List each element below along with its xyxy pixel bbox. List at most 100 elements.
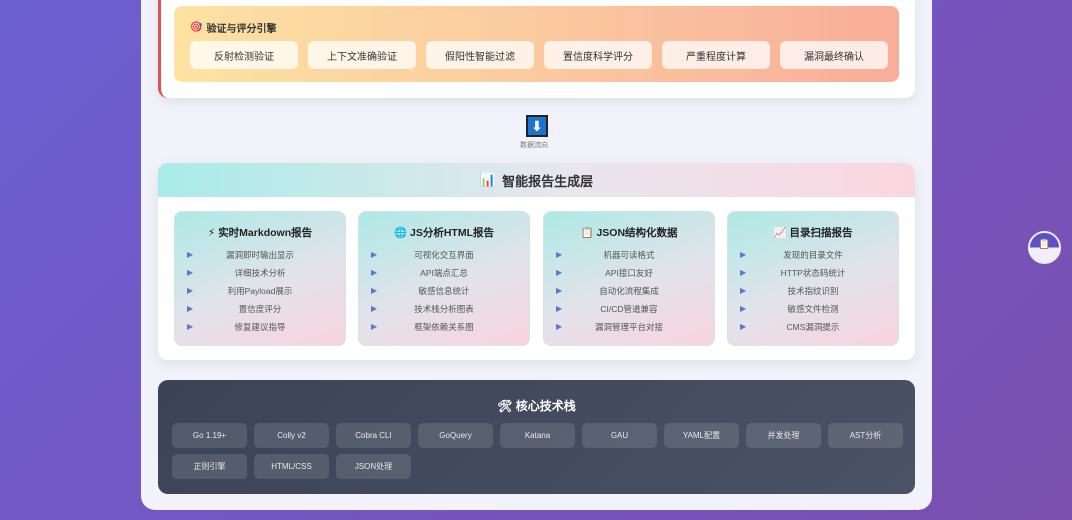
list-item-text: 漏洞即时输出显示	[225, 250, 294, 260]
triangle-right-icon: ▶	[187, 322, 194, 331]
feature-list: ▶ 发现的目录文件 ▶ HTTP状态码统计 ▶ 技术指纹识别 ▶ 敏感文件检测 ▶ CMS漏洞提示	[728, 246, 898, 336]
report-card: 📈 目录扫描报告 ▶ 发现的目录文件 ▶ HTTP状态码统计 ▶ 技术指纹识别 ▶ 敏感文件检测…	[727, 211, 899, 346]
triangle-right-icon: ▶	[371, 286, 378, 295]
tech-tag: 正则引擎	[172, 454, 247, 479]
list-item: ▶ 可视化交互界面	[359, 246, 529, 264]
arrow-down-icon: ⬇	[526, 115, 548, 137]
list-item-text: CMS漏洞提示	[786, 322, 840, 332]
list-item-text: 可视化交互界面	[414, 250, 474, 260]
list-item: ▶ 自动化流程集成	[544, 282, 714, 300]
list-item-text: CI/CD管道兼容	[600, 304, 658, 314]
report-card-title: 📋 JSON结构化数据	[544, 225, 714, 240]
verify-item: 漏洞最终确认	[780, 41, 888, 69]
triangle-right-icon: ▶	[371, 250, 378, 259]
list-item-text: 修复建议指导	[234, 322, 286, 332]
list-item: ▶ 修复建议指导	[175, 318, 345, 336]
tech-tags: Go 1.19+ Colly v2 Cobra CLI GoQuery Katana GA…	[172, 423, 912, 479]
report-card-title-text: JSON结构化数据	[596, 227, 678, 239]
tech-title: 核心技术栈	[515, 399, 576, 413]
list-item-text: 利用Payload展示	[227, 286, 293, 296]
report-card-title: 📈 目录扫描报告	[728, 225, 898, 240]
triangle-right-icon: ▶	[740, 250, 747, 259]
list-item-text: 置信度评分	[238, 304, 282, 314]
list-item: ▶ 漏洞管理平台对接	[544, 318, 714, 336]
report-header: 📊 智能报告生成层	[158, 163, 915, 197]
list-item-text: 机器可读格式	[603, 250, 655, 260]
tech-title-row: 🛠 核心技术栈	[158, 397, 915, 414]
tech-stack-section: 🛠 核心技术栈 Go 1.19+ Colly v2 Cobra CLI GoQuery…	[158, 380, 915, 494]
feature-list: ▶ 漏洞即时输出显示 ▶ 详细技术分析 ▶ 利用Payload展示 ▶ 置信度评分 ▶ 修复建议指…	[175, 246, 345, 336]
tech-tag: GAU	[582, 423, 657, 448]
list-item: ▶ 详细技术分析	[175, 264, 345, 282]
list-item-text: 技术栈分析图表	[414, 304, 474, 314]
list-item-text: API接口友好	[605, 268, 653, 278]
chart-icon: 📊	[479, 172, 497, 187]
list-item: ▶ 机器可读格式	[544, 246, 714, 264]
triangle-right-icon: ▶	[556, 304, 563, 313]
list-item: ▶ 置信度评分	[175, 300, 345, 318]
list-item: ▶ 技术栈分析图表	[359, 300, 529, 318]
tech-tag: Colly v2	[254, 423, 329, 448]
list-item-text: 发现的目录文件	[783, 250, 843, 260]
list-item: ▶ 利用Payload展示	[175, 282, 345, 300]
list-item-text: 技术指纹识别	[787, 286, 839, 296]
tools-icon: 🛠	[497, 399, 513, 413]
triangle-right-icon: ▶	[187, 250, 194, 259]
feature-list: ▶ 机器可读格式 ▶ API接口友好 ▶ 自动化流程集成 ▶ CI/CD管道兼容 ▶ 漏洞管理平台…	[544, 246, 714, 336]
report-card-icon: ⚡	[207, 227, 216, 239]
triangle-right-icon: ▶	[556, 250, 563, 259]
tech-tag: YAML配置	[664, 423, 739, 448]
clipboard-icon: 📋	[1038, 239, 1051, 250]
report-card-title-text: 实时Markdown报告	[218, 227, 313, 239]
list-item-text: 详细技术分析	[234, 268, 286, 278]
list-item: ▶ API端点汇总	[359, 264, 529, 282]
data-flow-indicator: ⬇ 数据流向	[520, 115, 549, 150]
list-item: ▶ CI/CD管道兼容	[544, 300, 714, 318]
tech-tag: GoQuery	[418, 423, 493, 448]
triangle-right-icon: ▶	[371, 322, 378, 331]
list-item-text: 自动化流程集成	[599, 286, 659, 296]
report-card-icon: 📋	[580, 227, 594, 239]
report-card-title: ⚡ 实时Markdown报告	[175, 225, 345, 240]
triangle-right-icon: ▶	[556, 268, 563, 277]
triangle-right-icon: ▶	[740, 286, 747, 295]
triangle-right-icon: ▶	[371, 268, 378, 277]
list-item-text: API端点汇总	[420, 268, 468, 278]
report-card-icon: 🌐	[394, 227, 408, 239]
tech-tag: Cobra CLI	[336, 423, 411, 448]
tech-tag: Go 1.19+	[172, 423, 247, 448]
verify-title: 验证与评分引擎	[206, 24, 277, 35]
list-item-text: 敏感文件检测	[787, 304, 839, 314]
triangle-right-icon: ▶	[740, 268, 747, 277]
feature-list: ▶ 可视化交互界面 ▶ API端点汇总 ▶ 敏感信息统计 ▶ 技术栈分析图表 ▶ 框架依赖关系图	[359, 246, 529, 336]
verify-items: 反射检测验证 上下文准确验证 假阳性智能过滤 置信度科学评分 严重程度计算 漏洞…	[190, 41, 888, 69]
list-item: ▶ API接口友好	[544, 264, 714, 282]
verify-item: 置信度科学评分	[544, 41, 652, 69]
tech-tag: JSON处理	[336, 454, 411, 479]
report-card: 📋 JSON结构化数据 ▶ 机器可读格式 ▶ API接口友好 ▶ 自动化流程集成 ▶ CI/CD…	[543, 211, 715, 346]
report-card: ⚡ 实时Markdown报告 ▶ 漏洞即时输出显示 ▶ 详细技术分析 ▶ 利用Payload…	[174, 211, 346, 346]
list-item: ▶ 敏感信息统计	[359, 282, 529, 300]
verify-item: 严重程度计算	[662, 41, 770, 69]
triangle-right-icon: ▶	[556, 286, 563, 295]
list-item: ▶ 漏洞即时输出显示	[175, 246, 345, 264]
verify-item: 上下文准确验证	[308, 41, 416, 69]
list-item: ▶ CMS漏洞提示	[728, 318, 898, 336]
tech-tag: HTML/CSS	[254, 454, 329, 479]
triangle-right-icon: ▶	[556, 322, 563, 331]
list-item: ▶ 框架依赖关系图	[359, 318, 529, 336]
floating-action-button[interactable]: 📋	[1028, 231, 1061, 264]
list-item: ▶ 技术指纹识别	[728, 282, 898, 300]
triangle-right-icon: ▶	[187, 286, 194, 295]
triangle-right-icon: ▶	[740, 322, 747, 331]
target-icon: 🎯	[190, 22, 203, 33]
list-item-text: 框架依赖关系图	[414, 322, 474, 332]
report-card: 🌐 JS分析HTML报告 ▶ 可视化交互界面 ▶ API端点汇总 ▶ 敏感信息统计 ▶ 技术栈分…	[358, 211, 530, 346]
report-card-title-text: 目录扫描报告	[789, 227, 853, 239]
tech-tag: AST分析	[828, 423, 903, 448]
list-item-text: 漏洞管理平台对接	[594, 322, 663, 332]
data-flow-label: 数据流向	[520, 142, 548, 149]
triangle-right-icon: ▶	[187, 268, 194, 277]
triangle-right-icon: ▶	[371, 304, 378, 313]
report-title: 智能报告生成层	[502, 173, 594, 189]
